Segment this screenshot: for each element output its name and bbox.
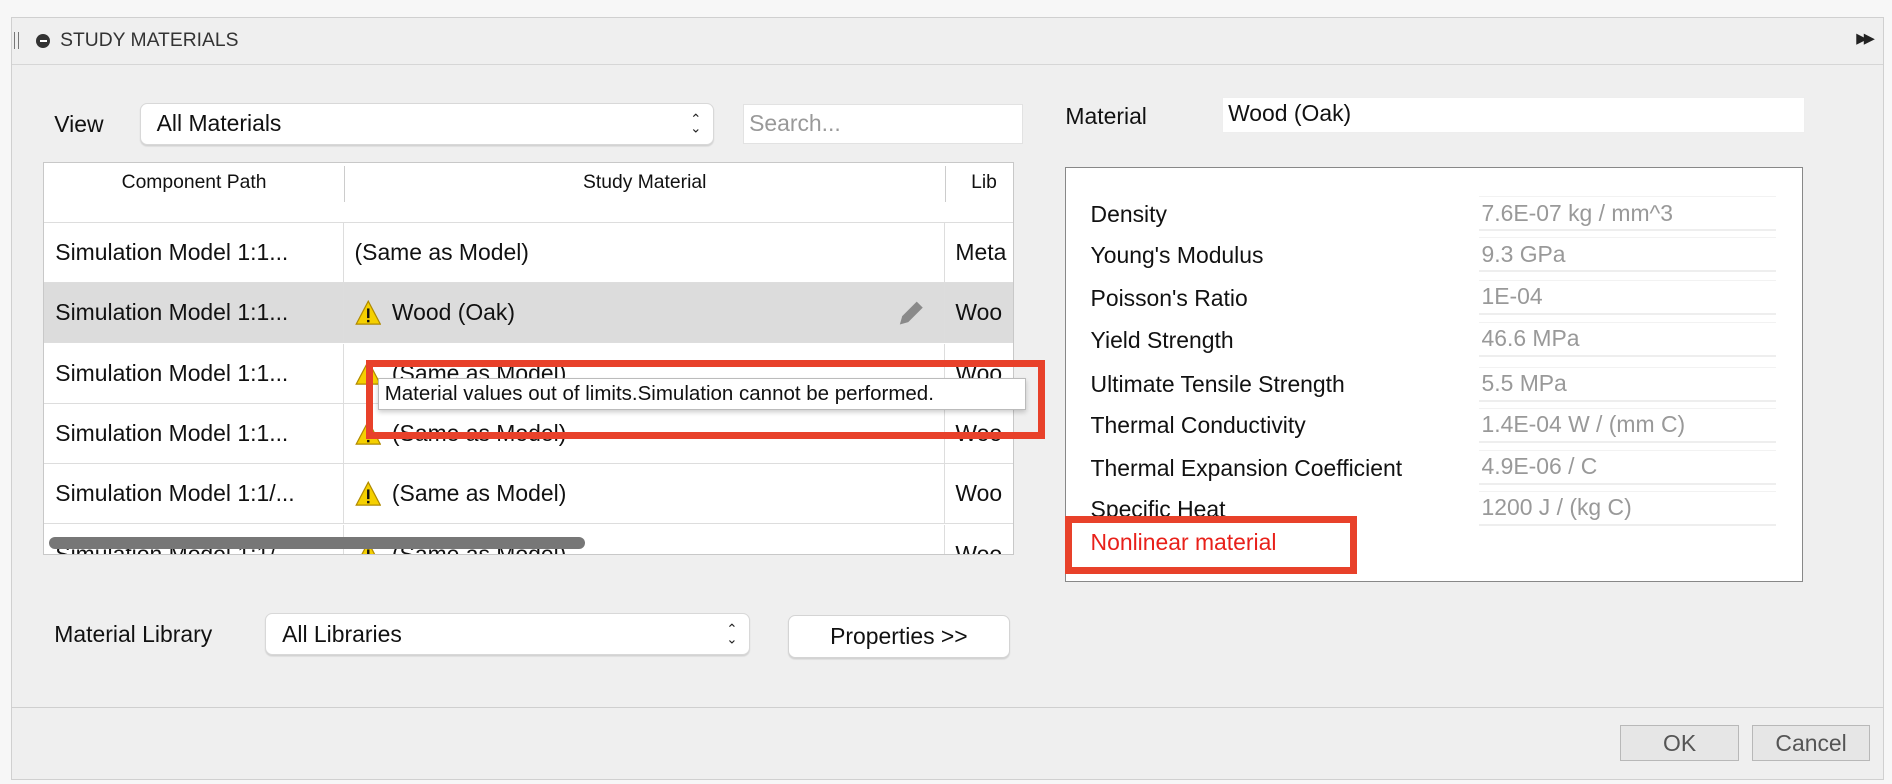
material-label: Material: [1065, 102, 1147, 129]
study-material-cell[interactable]: (Same as Model): [344, 464, 945, 524]
property-value: 1200 J / (kg C): [1479, 490, 1776, 526]
material-name-field[interactable]: Wood (Oak): [1222, 96, 1806, 133]
cancel-button[interactable]: Cancel: [1751, 725, 1871, 762]
property-label: Thermal Conductivity: [1090, 412, 1306, 439]
edit-pencil-icon[interactable]: [895, 298, 926, 329]
study-material-cell[interactable]: (Same as Model): [344, 223, 945, 283]
library-cell: Meta: [955, 239, 1007, 266]
warning-icon: [354, 299, 381, 325]
ok-button[interactable]: OK: [1620, 725, 1739, 762]
property-row: Yield Strength 46.6 MPa: [1066, 320, 1790, 361]
warning-icon: [354, 480, 381, 506]
view-label: View: [54, 111, 104, 137]
expand-arrows-icon[interactable]: ▶▶: [1856, 31, 1875, 47]
stage: STUDY MATERIALS ▶▶ View All Materials ⌃ ⌄…: [0, 0, 1892, 784]
property-label: Yield Strength: [1090, 326, 1234, 353]
property-label: Young's Modulus: [1090, 242, 1264, 269]
highlight-box-tooltip: [365, 359, 1045, 440]
drag-grip-icon[interactable]: [14, 32, 19, 50]
collapse-icon[interactable]: [35, 33, 51, 49]
material-library-value: All Libraries: [282, 620, 402, 647]
component-path-cell: Simulation Model 1:1...: [44, 283, 344, 343]
study-material-text: Wood (Oak): [391, 299, 515, 326]
column-header-library[interactable]: Lib: [971, 172, 1013, 194]
property-row: Density 7.6E-07 kg / mm^3: [1066, 194, 1790, 235]
property-label: Thermal Expansion Coefficient: [1090, 454, 1403, 481]
materials-table: Component Path Study Material Lib Simula…: [43, 161, 1015, 555]
property-value: 4.9E-06 / C: [1479, 449, 1776, 485]
property-row: Poisson's Ratio 1E-04: [1066, 277, 1790, 318]
property-row: Young's Modulus 9.3 GPa: [1066, 235, 1790, 276]
property-value: 1.4E-04 W / (mm C): [1479, 407, 1776, 443]
material-library-select[interactable]: All Libraries ⌃ ⌄: [265, 612, 751, 656]
study-material-text: (Same as Model): [391, 480, 567, 507]
horizontal-scrollbar[interactable]: [49, 536, 585, 549]
component-path-cell: Simulation Model 1:1...: [44, 403, 344, 464]
dialog-title: STUDY MATERIALS: [60, 29, 239, 51]
property-value: 1E-04: [1479, 279, 1776, 315]
property-value: 46.6 MPa: [1479, 321, 1776, 357]
title-bar[interactable]: STUDY MATERIALS ▶▶: [11, 18, 1884, 65]
component-path-cell: Simulation Model 1:1...: [44, 343, 344, 403]
properties-button[interactable]: Properties >>: [787, 615, 1010, 658]
property-value: 5.5 MPa: [1479, 366, 1776, 402]
library-cell: Woo: [955, 480, 1003, 507]
property-row: Thermal Conductivity 1.4E-04 W / (mm C): [1066, 405, 1790, 446]
footer-divider: [10, 707, 1884, 709]
property-label: Poisson's Ratio: [1090, 284, 1248, 311]
component-path-cell: Simulation Model 1:1/...: [44, 464, 344, 524]
updown-chevron-icon: ⌃ ⌄: [726, 621, 738, 647]
study-material-cell[interactable]: Wood (Oak): [344, 283, 945, 343]
component-path-cell: Simulation Model 1:1...: [44, 223, 344, 283]
column-header-component-path[interactable]: Component Path: [44, 172, 343, 194]
highlight-box-nonlinear: [1065, 516, 1358, 575]
study-material-text: (Same as Model): [354, 239, 529, 266]
view-select[interactable]: All Materials ⌃ ⌄: [139, 102, 715, 145]
search-input[interactable]: [743, 103, 1024, 144]
column-header-study-material[interactable]: Study Material: [345, 172, 945, 194]
view-select-value: All Materials: [156, 110, 282, 137]
property-value: 9.3 GPa: [1479, 237, 1776, 273]
table-header: Component Path Study Material Lib: [44, 163, 1014, 223]
library-cell: Woo: [955, 299, 1003, 326]
property-row: Thermal Expansion Coefficient 4.9E-06 / C: [1066, 447, 1790, 488]
updown-chevron-icon: ⌃ ⌄: [690, 111, 702, 136]
property-row: Ultimate Tensile Strength 5.5 MPa: [1066, 364, 1790, 405]
table-row[interactable]: Simulation Model 1:1... Wood (Oak) Woo: [44, 283, 1014, 344]
material-library-label: Material Library: [54, 621, 213, 648]
property-label: Ultimate Tensile Strength: [1090, 371, 1345, 398]
property-label: Density: [1090, 201, 1167, 228]
table-row[interactable]: Simulation Model 1:1/... (Same as Model)…: [44, 464, 1014, 525]
table-row[interactable]: Simulation Model 1:1... (Same as Model) …: [44, 223, 1014, 284]
property-value: 7.6E-07 kg / mm^3: [1479, 196, 1776, 232]
library-cell: Woo: [955, 540, 1003, 555]
